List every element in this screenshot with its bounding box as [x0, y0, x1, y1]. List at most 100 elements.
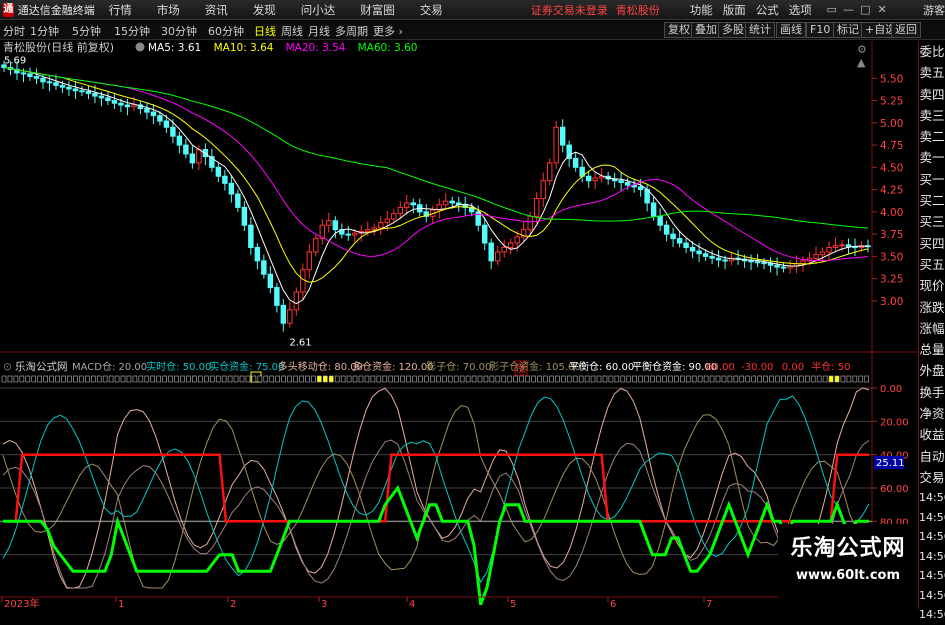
sidebar-item-16[interactable]: 换手 [919, 382, 945, 403]
sidebar-item-7[interactable]: 买二 [919, 190, 945, 211]
candle-body [559, 126, 566, 146]
tab-weekly[interactable]: 周线 [281, 23, 303, 39]
status-cell [674, 375, 679, 383]
sidebar-item-25[interactable]: 14:56 [919, 566, 945, 586]
tab-monthly[interactable]: 月线 [308, 23, 330, 39]
candle-body [189, 153, 196, 164]
tab-60min[interactable]: 60分钟 [208, 23, 244, 39]
sidebar-item-8[interactable]: 买三 [919, 211, 945, 232]
candle-body [345, 233, 352, 236]
indicator-menu-icon[interactable]: ⊙ [3, 361, 12, 373]
tab-daily[interactable]: 日线 [254, 23, 276, 39]
status-cell [644, 375, 649, 383]
candle-body [845, 244, 852, 248]
draw-line-button[interactable]: 画线 [776, 22, 806, 38]
sidebar-item-6[interactable]: 买一 [919, 169, 945, 190]
sidebar-item-13[interactable]: 涨幅 [919, 318, 945, 339]
tab-5min[interactable]: 5分钟 [72, 23, 101, 39]
minimize-icon[interactable]: — [842, 3, 856, 17]
statistics-button[interactable]: 统计 [745, 22, 775, 38]
status-cell [715, 375, 721, 383]
menu-news[interactable]: 资讯 [205, 2, 228, 18]
status-cell [733, 375, 739, 383]
tab-15min[interactable]: 15分钟 [114, 23, 150, 39]
candle-body [235, 193, 241, 208]
multi-stock-button[interactable]: 多股 [718, 22, 748, 38]
status-cell [507, 375, 513, 383]
status-cell [668, 375, 673, 383]
candle-body [332, 220, 339, 231]
status-cell [709, 375, 715, 383]
status-cell [340, 375, 346, 383]
overlay-button[interactable]: 叠加 [691, 22, 721, 38]
adjust-button[interactable]: 复权 [664, 22, 694, 38]
tab-30min[interactable]: 30分钟 [161, 23, 197, 39]
status-cell [281, 375, 286, 383]
status-cell [269, 375, 275, 383]
restore-window-icon[interactable]: ▭ [825, 3, 839, 17]
sidebar-item-12[interactable]: 涨跌 [919, 297, 945, 318]
menu-function[interactable]: 功能 [690, 2, 713, 18]
ma-legend: MA5: 3.61 MA10: 3.64 MA20: 3.54 MA60: 3.60 [148, 42, 417, 54]
sidebar-item-20[interactable]: 交易 [919, 467, 945, 488]
sidebar-item-0[interactable]: 委比 [919, 41, 945, 62]
login-notice[interactable]: 证券交易未登录 [531, 2, 608, 18]
indicator-tick-label: 0.00 [880, 384, 902, 395]
f10-button[interactable]: F10 [806, 22, 835, 38]
sidebar-item-10[interactable]: 买五 [919, 254, 945, 275]
status-cell [37, 375, 43, 383]
sidebar-item-5[interactable]: 卖一 [919, 147, 945, 168]
time-tick-label: 7 [706, 599, 712, 609]
candle-body [410, 202, 416, 206]
maximize-icon[interactable]: □ [858, 3, 872, 17]
price-chart-title: 青松股份(日线 前复权) [3, 41, 114, 54]
sidebar-item-24[interactable]: 14:56 [919, 547, 945, 567]
tab-more[interactable]: 更多 › [373, 23, 403, 39]
menu-ask[interactable]: 问小达 [301, 2, 336, 18]
menu-discover[interactable]: 发现 [253, 2, 276, 18]
sidebar-item-4[interactable]: 卖二 [919, 126, 945, 147]
candle-body [183, 144, 189, 155]
sidebar-item-11[interactable]: 现价 [919, 275, 945, 296]
sidebar-item-3[interactable]: 卖三 [919, 105, 945, 126]
sidebar-item-26[interactable]: 14:56 [919, 586, 945, 606]
mark-button[interactable]: 标记 [833, 22, 863, 38]
sidebar-item-22[interactable]: 14:56 [919, 508, 945, 528]
candle-body [280, 304, 287, 324]
candle-body [624, 181, 631, 186]
sidebar-item-23[interactable]: 14:56 [919, 527, 945, 547]
menu-trade[interactable]: 交易 [420, 2, 443, 18]
status-cell [430, 375, 435, 383]
sidebar-item-17[interactable]: 净资 [919, 403, 945, 424]
candle-body [261, 260, 267, 275]
status-cell [227, 375, 233, 383]
candle-body [274, 287, 280, 306]
back-button[interactable]: 返回 [891, 22, 921, 38]
menu-options[interactable]: 选项 [789, 2, 812, 18]
status-cell [67, 375, 72, 383]
sidebar-item-19[interactable]: 自动 [919, 446, 945, 467]
menu-formula[interactable]: 公式 [756, 2, 779, 18]
tab-multi-period[interactable]: 多周期 [335, 23, 368, 39]
sidebar-item-15[interactable]: 外盘 [919, 360, 945, 381]
status-cell [215, 375, 221, 383]
tab-1min[interactable]: 1分钟 [30, 23, 59, 39]
sidebar-item-18[interactable]: 收益 [919, 424, 945, 445]
macd-position-line [3, 484, 869, 606]
gear-icon[interactable]: ⚙ [857, 43, 867, 56]
menu-layout[interactable]: 版面 [723, 2, 746, 18]
sidebar-item-14[interactable]: 总量 [919, 339, 945, 360]
close-icon[interactable]: ✕ [875, 3, 889, 17]
menu-wealth-circle[interactable]: 财富圈 [360, 2, 395, 18]
collapse-icon[interactable]: ▲ [857, 56, 866, 69]
sidebar-item-9[interactable]: 买四 [919, 233, 945, 254]
sidebar-item-1[interactable]: 卖五 [919, 62, 945, 83]
chart-settings-icon[interactable] [135, 42, 145, 52]
menu-exchange[interactable]: 市场 [157, 2, 180, 18]
menu-market[interactable]: 行情 [109, 2, 132, 18]
sidebar-item-27[interactable]: 14:56 [919, 605, 945, 625]
guest-label[interactable]: 游客 [923, 2, 945, 18]
tab-timeshare[interactable]: 分时 [3, 23, 25, 39]
sidebar-item-21[interactable]: 14:56 [919, 488, 945, 508]
sidebar-item-2[interactable]: 卖四 [919, 84, 945, 105]
